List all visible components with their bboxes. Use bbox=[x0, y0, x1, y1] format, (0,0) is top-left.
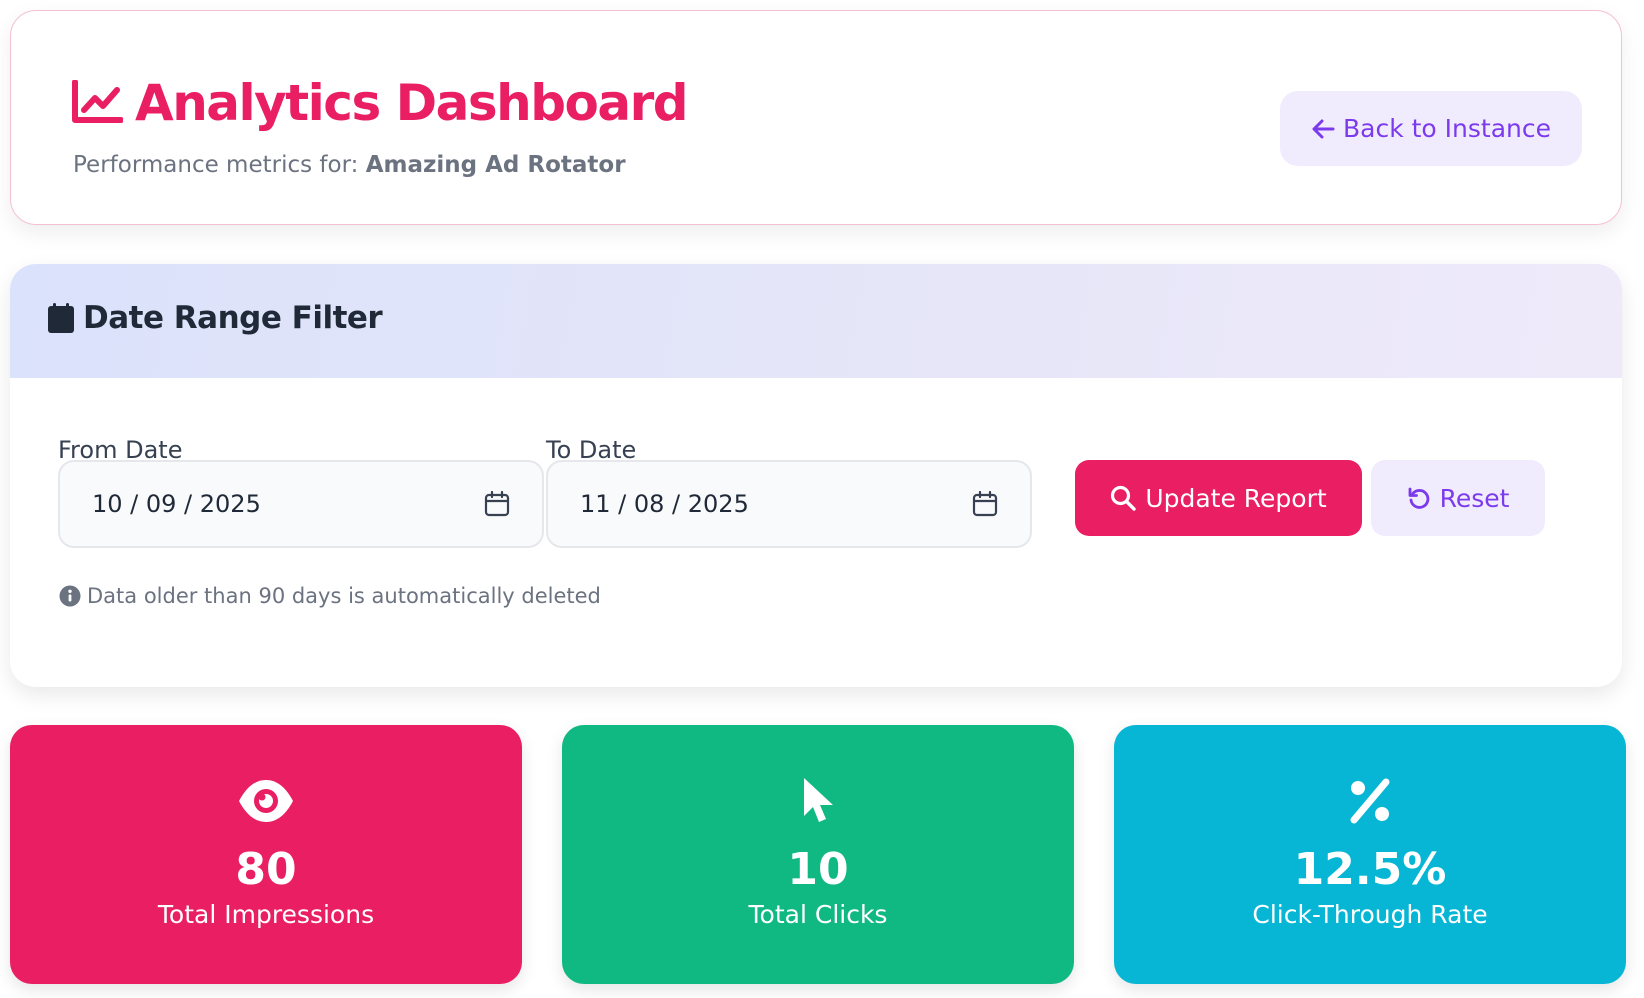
clicks-label: Total Clicks bbox=[748, 900, 888, 929]
filter-title-text: Date Range Filter bbox=[83, 300, 383, 336]
filter-title: Date Range Filter bbox=[47, 300, 383, 336]
back-to-instance-button[interactable]: Back to Instance bbox=[1280, 91, 1582, 166]
subtitle-prefix: Performance metrics for: bbox=[73, 152, 359, 178]
page-subtitle: Performance metrics for: Amazing Ad Rota… bbox=[73, 152, 626, 178]
update-report-button[interactable]: Update Report bbox=[1075, 460, 1362, 536]
filter-header: Date Range Filter bbox=[10, 264, 1622, 378]
clicks-value: 10 bbox=[787, 844, 849, 895]
analytics-page: Analytics Dashboard Performance metrics … bbox=[0, 0, 1644, 998]
calendar-icon[interactable] bbox=[972, 491, 998, 517]
chart-line-icon bbox=[72, 80, 123, 123]
ctr-card: 12.5% Click-Through Rate bbox=[1114, 725, 1626, 984]
percent-icon bbox=[1114, 773, 1626, 829]
date-range-filter-card: Date Range Filter From Date 10 / 09 / 20… bbox=[10, 264, 1622, 687]
impressions-card: 80 Total Impressions bbox=[10, 725, 522, 984]
impressions-label: Total Impressions bbox=[157, 900, 375, 929]
calendar-icon[interactable] bbox=[484, 491, 510, 517]
ctr-value: 12.5% bbox=[1293, 844, 1447, 895]
from-date-input[interactable]: 10 / 09 / 2025 bbox=[58, 460, 544, 548]
page-title-text: Analytics Dashboard bbox=[135, 74, 689, 132]
undo-icon bbox=[1408, 487, 1429, 509]
calendar-icon bbox=[48, 303, 74, 333]
update-report-label: Update Report bbox=[1145, 483, 1327, 513]
cursor-icon bbox=[562, 773, 1074, 829]
retention-note-text: Data older than 90 days is automatically… bbox=[87, 584, 601, 608]
impressions-value: 80 bbox=[235, 844, 297, 895]
retention-note: Data older than 90 days is automatically… bbox=[59, 584, 601, 608]
info-icon bbox=[59, 585, 81, 607]
search-icon bbox=[1111, 485, 1137, 511]
clicks-card: 10 Total Clicks bbox=[562, 725, 1074, 984]
to-date-input[interactable]: 11 / 08 / 2025 bbox=[546, 460, 1032, 548]
to-date-value: 11 / 08 / 2025 bbox=[580, 490, 749, 518]
reset-button[interactable]: Reset bbox=[1371, 460, 1545, 536]
back-button-label: Back to Instance bbox=[1342, 114, 1552, 143]
from-date-value: 10 / 09 / 2025 bbox=[92, 490, 261, 518]
arrow-left-icon bbox=[1312, 119, 1335, 138]
page-title: Analytics Dashboard bbox=[71, 73, 689, 133]
ctr-label: Click-Through Rate bbox=[1252, 900, 1488, 929]
header-card: Analytics Dashboard Performance metrics … bbox=[10, 10, 1622, 225]
reset-label: Reset bbox=[1439, 483, 1510, 513]
eye-icon bbox=[10, 773, 522, 829]
instance-name: Amazing Ad Rotator bbox=[365, 152, 626, 178]
